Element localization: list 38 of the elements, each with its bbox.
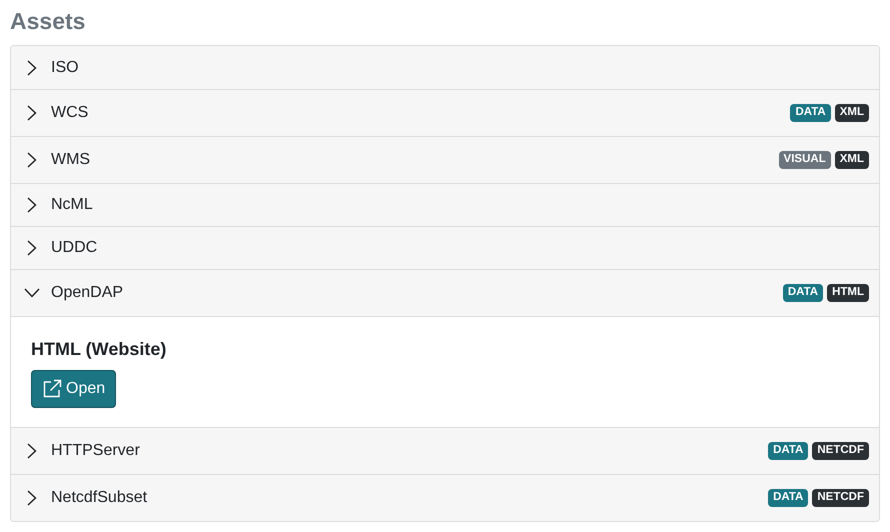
item-label: UDDC — [51, 238, 98, 258]
item-label: WCS — [51, 103, 90, 123]
chevron-right-icon — [27, 197, 37, 213]
accordion-header[interactable]: NcML — [11, 183, 879, 226]
format-tag: DATA — [768, 442, 808, 460]
accordion-header[interactable]: UDDC — [11, 226, 879, 269]
chevron-right-icon — [27, 105, 37, 121]
format-tag: XML — [834, 104, 869, 122]
item-label: ISO — [51, 58, 80, 78]
chevron-right-icon — [27, 240, 37, 256]
chevron-right-icon — [27, 60, 37, 76]
open-button[interactable]: Open — [31, 370, 116, 408]
item-label: HTTPServer — [51, 441, 141, 461]
format-tag: NETCDF — [812, 489, 869, 507]
chevron-right-icon — [27, 490, 37, 506]
accordion-header[interactable]: WMS VISUAL XML — [11, 136, 879, 183]
accordion-header[interactable]: WCS DATA XML — [11, 89, 879, 136]
item-label: OpenDAP — [51, 283, 124, 303]
format-tag: DATA — [768, 489, 808, 507]
external-link-icon — [42, 379, 62, 399]
format-tag: NETCDF — [812, 442, 869, 460]
accordion-header[interactable]: ISO — [11, 46, 879, 89]
chevron-right-icon — [27, 443, 37, 459]
format-tag: XML — [834, 151, 869, 169]
accordion-header[interactable]: OpenDAP DATA HTML — [11, 269, 879, 316]
format-tag: DATA — [782, 284, 824, 302]
item-label: WMS — [51, 150, 92, 170]
accordion-header[interactable]: NetcdfSubset DATA NETCDF — [11, 474, 879, 521]
accordion-header[interactable]: HTTPServer DATA NETCDF — [11, 427, 879, 474]
section-title: Assets — [10, 7, 86, 36]
resource-heading: HTML (Website) — [31, 338, 168, 361]
chevron-down-icon — [24, 288, 40, 298]
item-label: NetcdfSubset — [51, 488, 148, 508]
format-tag: HTML — [827, 284, 869, 302]
format-tag: DATA — [790, 104, 831, 122]
format-tag: VISUAL — [778, 151, 831, 169]
item-label: NcML — [51, 195, 94, 215]
chevron-right-icon — [27, 152, 37, 168]
